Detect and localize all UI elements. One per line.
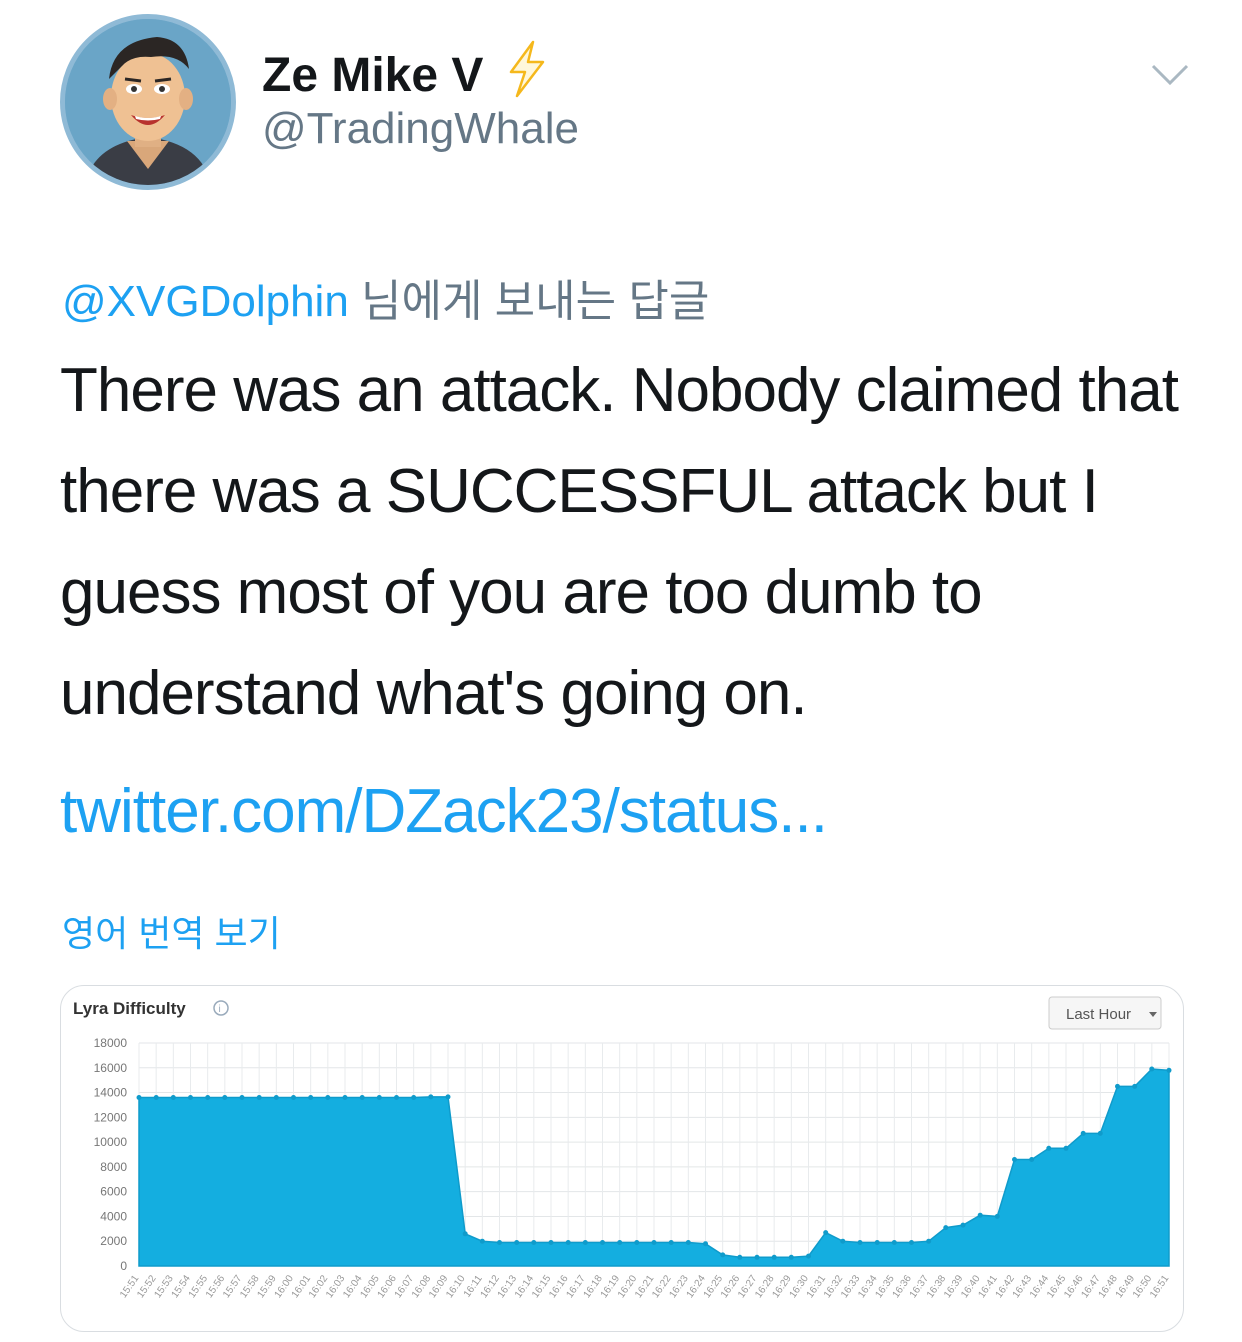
data-point	[1080, 1130, 1086, 1136]
data-point	[703, 1241, 708, 1247]
data-point	[943, 1225, 949, 1231]
data-point	[376, 1095, 382, 1100]
data-point	[188, 1095, 193, 1100]
data-point	[891, 1240, 897, 1245]
y-tick-label: 16000	[94, 1061, 128, 1075]
data-point	[977, 1212, 983, 1218]
data-point	[840, 1238, 846, 1244]
range-selector-label[interactable]: Last Hour	[1066, 1006, 1131, 1023]
y-tick-label: 18000	[94, 1036, 128, 1050]
display-name[interactable]: Ze Mike V	[262, 40, 547, 110]
data-point	[548, 1240, 554, 1245]
y-tick-label: 0	[120, 1259, 127, 1273]
data-point	[256, 1095, 262, 1100]
y-tick-label: 8000	[100, 1160, 127, 1174]
y-axis: 18000 16000 14000 12000 10000 8000 6000 4000 200…	[94, 1036, 128, 1273]
user-handle[interactable]: @TradingWhale	[262, 104, 579, 154]
data-point	[411, 1095, 417, 1100]
data-point	[926, 1238, 932, 1244]
y-tick-label: 6000	[100, 1185, 127, 1199]
avatar-illustration	[65, 19, 231, 185]
lightning-bolt-icon	[505, 40, 547, 110]
data-point	[308, 1095, 314, 1100]
data-point	[342, 1095, 348, 1100]
difficulty-chart: Lyra Difficulty i Last Hour 18000 16000 14…	[73, 996, 1172, 1300]
data-point	[857, 1240, 863, 1245]
data-point	[325, 1095, 331, 1100]
y-tick-label: 4000	[100, 1209, 127, 1223]
data-point	[960, 1222, 966, 1228]
translate-tweet-link[interactable]: 영어 번역 보기	[62, 905, 281, 957]
data-point	[668, 1240, 674, 1245]
tweet-text: There was an attack. Nobody claimed that…	[60, 356, 1179, 728]
x-tick-label: 16:51	[1148, 1273, 1172, 1300]
reply-context: @XVGDolphin 님에게 보내는 답글	[62, 265, 709, 329]
data-point	[617, 1240, 623, 1245]
data-point	[1149, 1066, 1155, 1072]
y-tick-label: 14000	[94, 1086, 128, 1100]
data-point	[720, 1252, 726, 1258]
data-point	[462, 1231, 468, 1237]
data-point	[1046, 1145, 1052, 1151]
data-point	[737, 1254, 743, 1260]
data-point	[1029, 1157, 1035, 1162]
data-point	[514, 1240, 520, 1245]
data-point	[1115, 1083, 1120, 1089]
data-point	[565, 1240, 571, 1245]
y-tick-label: 2000	[100, 1234, 127, 1248]
data-point	[1012, 1157, 1017, 1162]
data-point	[1132, 1083, 1138, 1089]
data-point	[909, 1240, 914, 1245]
reply-mention-link[interactable]: @XVGDolphin	[62, 277, 349, 326]
data-point	[1097, 1130, 1103, 1136]
data-point	[806, 1253, 811, 1259]
data-point	[1063, 1145, 1069, 1151]
x-axis: 15:5115:5215:5315:5415:5515:5615:5715:58…	[118, 1273, 1172, 1300]
data-point	[239, 1095, 245, 1100]
data-point	[153, 1095, 159, 1100]
display-name-text[interactable]: Ze Mike V	[262, 48, 483, 103]
data-point	[1166, 1067, 1172, 1073]
data-point	[428, 1094, 434, 1100]
y-tick-label: 12000	[94, 1110, 128, 1124]
data-point	[170, 1095, 176, 1100]
data-point	[291, 1095, 296, 1100]
data-point	[273, 1095, 279, 1100]
data-point	[600, 1240, 605, 1245]
data-point	[994, 1213, 1000, 1219]
range-selector-button[interactable]: Last Hour	[1048, 996, 1162, 1030]
info-icon: i	[213, 1000, 229, 1016]
data-point	[823, 1230, 829, 1236]
data-point	[531, 1240, 537, 1245]
data-point	[222, 1095, 228, 1100]
data-point	[205, 1095, 211, 1100]
data-point	[634, 1240, 640, 1245]
avatar[interactable]	[60, 14, 236, 190]
data-point	[788, 1254, 794, 1260]
data-point	[754, 1254, 760, 1260]
data-point	[479, 1238, 485, 1244]
data-point	[651, 1240, 657, 1245]
y-tick-label: 10000	[94, 1135, 128, 1149]
svg-text:i: i	[219, 1004, 221, 1015]
data-point	[359, 1095, 365, 1100]
media-card[interactable]: Lyra Difficulty i Last Hour 18000 16000 14…	[60, 985, 1184, 1332]
tweet-link[interactable]: twitter.com/DZack23/status...	[60, 776, 828, 847]
data-point	[445, 1094, 451, 1100]
data-point	[874, 1240, 880, 1245]
data-point	[394, 1095, 399, 1100]
chevron-down-icon[interactable]	[1150, 60, 1190, 90]
data-point	[685, 1240, 691, 1245]
data-point	[771, 1254, 777, 1260]
chart-title: Lyra Difficulty	[73, 999, 186, 1018]
data-point	[136, 1095, 142, 1100]
data-point	[497, 1240, 502, 1245]
reply-suffix: 님에게 보내는 답글	[348, 277, 710, 326]
data-point	[582, 1240, 588, 1245]
